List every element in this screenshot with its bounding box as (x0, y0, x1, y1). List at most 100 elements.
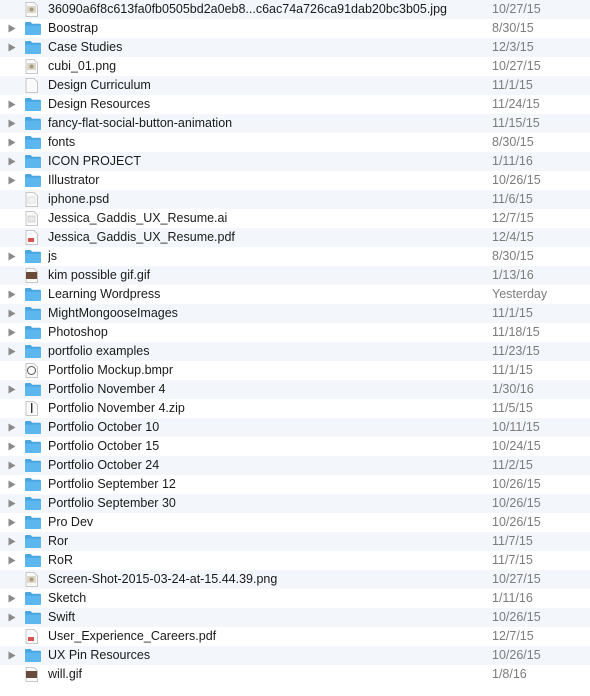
pdf-file-icon (24, 629, 42, 644)
disclosure-triangle-icon[interactable] (7, 133, 17, 152)
folder-icon (24, 477, 42, 492)
folder-row[interactable]: js 8/30/15 (0, 247, 590, 266)
disclosure-triangle-icon[interactable] (7, 475, 17, 494)
disclosure-triangle-icon[interactable] (7, 646, 17, 665)
disclosure-triangle-icon[interactable] (7, 114, 17, 133)
file-name: Portfolio October 15 (48, 439, 160, 453)
folder-icon (24, 591, 42, 606)
file-name: Portfolio October 24 (48, 458, 160, 472)
folder-row[interactable]: Portfolio September 30 10/26/15 (0, 494, 590, 513)
ai-file-icon (24, 211, 42, 226)
file-row[interactable]: kim possible gif.gif 1/13/16 (0, 266, 590, 285)
folder-row[interactable]: Portfolio November 4 1/30/16 (0, 380, 590, 399)
disclosure-triangle-icon[interactable] (7, 456, 17, 475)
disclosure-triangle-icon[interactable] (7, 95, 17, 114)
disclosure-triangle-icon[interactable] (7, 304, 17, 323)
disclosure-triangle-icon[interactable] (7, 513, 17, 532)
folder-row[interactable]: Sketch 1/11/16 (0, 589, 590, 608)
date-modified: 8/30/15 (492, 135, 534, 149)
disclosure-triangle-icon[interactable] (7, 19, 17, 38)
folder-row[interactable]: UX Pin Resources 10/26/15 (0, 646, 590, 665)
disclosure-triangle-icon[interactable] (7, 608, 17, 627)
disclosure-triangle-icon[interactable] (7, 152, 17, 171)
file-name: Jessica_Gaddis_UX_Resume.ai (48, 211, 228, 225)
file-row[interactable]: cubi_01.png 10/27/15 (0, 57, 590, 76)
folder-row[interactable]: ICON PROJECT 1/11/16 (0, 152, 590, 171)
disclosure-triangle-icon[interactable] (7, 171, 17, 190)
file-row[interactable]: will.gif 1/8/16 (0, 665, 590, 684)
file-name: Ror (48, 534, 69, 548)
folder-row[interactable]: Case Studies 12/3/15 (0, 38, 590, 57)
file-name: Boostrap (48, 21, 99, 35)
folder-row[interactable]: Ror 11/7/15 (0, 532, 590, 551)
pdf-file-icon (24, 230, 42, 245)
zip-file-icon (24, 401, 42, 416)
disclosure-triangle-icon[interactable] (7, 551, 17, 570)
date-modified: 10/26/15 (492, 477, 541, 491)
file-row[interactable]: Jessica_Gaddis_UX_Resume.pdf 12/4/15 (0, 228, 590, 247)
file-name: Swift (48, 610, 76, 624)
file-name: UX Pin Resources (48, 648, 151, 662)
disclosure-triangle-icon[interactable] (7, 437, 17, 456)
disclosure-triangle-icon[interactable] (7, 38, 17, 57)
file-name: fancy-flat-social-button-animation (48, 116, 233, 130)
date-modified: 10/27/15 (492, 572, 541, 586)
folder-icon (24, 420, 42, 435)
file-name: Learning Wordpress (48, 287, 161, 301)
file-name: RoR (48, 553, 74, 567)
folder-icon (24, 173, 42, 188)
folder-row[interactable]: Pro Dev 10/26/15 (0, 513, 590, 532)
folder-row[interactable]: Learning Wordpress Yesterday (0, 285, 590, 304)
file-row[interactable]: Portfolio November 4.zip 11/5/15 (0, 399, 590, 418)
folder-icon (24, 97, 42, 112)
folder-row[interactable]: Portfolio October 10 10/11/15 (0, 418, 590, 437)
disclosure-triangle-icon[interactable] (7, 247, 17, 266)
date-modified: 11/7/15 (492, 534, 533, 548)
disclosure-triangle-icon[interactable] (7, 532, 17, 551)
folder-row[interactable]: Portfolio October 24 11/2/15 (0, 456, 590, 475)
gif-file-icon (24, 268, 42, 283)
folder-row[interactable]: Photoshop 11/18/15 (0, 323, 590, 342)
file-row[interactable]: 36090a6f8c613fa0fb0505bd2a0eb8...c6ac74a… (0, 0, 590, 19)
file-row[interactable]: User_Experience_Careers.pdf 12/7/15 (0, 627, 590, 646)
folder-row[interactable]: Illustrator 10/26/15 (0, 171, 590, 190)
folder-row[interactable]: fonts 8/30/15 (0, 133, 590, 152)
disclosure-triangle-icon[interactable] (7, 494, 17, 513)
folder-icon (24, 154, 42, 169)
folder-row[interactable]: portfolio examples 11/23/15 (0, 342, 590, 361)
date-modified: 11/5/15 (492, 401, 533, 415)
disclosure-triangle-icon[interactable] (7, 342, 17, 361)
folder-row[interactable]: MightMongooseImages 11/1/15 (0, 304, 590, 323)
disclosure-triangle-icon[interactable] (7, 285, 17, 304)
date-modified: 1/30/16 (492, 382, 534, 396)
file-name: Photoshop (48, 325, 108, 339)
file-row[interactable]: iphone.psd 11/6/15 (0, 190, 590, 209)
file-name: cubi_01.png (48, 59, 117, 73)
folder-row[interactable]: RoR 11/7/15 (0, 551, 590, 570)
disclosure-triangle-icon[interactable] (7, 418, 17, 437)
document-file-icon (24, 78, 42, 93)
folder-row[interactable]: Boostrap 8/30/15 (0, 19, 590, 38)
file-row[interactable]: Design Curriculum 11/1/15 (0, 76, 590, 95)
folder-icon (24, 496, 42, 511)
file-name: Screen-Shot-2015-03-24-at-15.44.39.png (48, 572, 278, 586)
date-modified: 12/3/15 (492, 40, 534, 54)
folder-icon (24, 344, 42, 359)
file-row[interactable]: Portfolio Mockup.bmpr 11/1/15 (0, 361, 590, 380)
finder-file-list: 36090a6f8c613fa0fb0505bd2a0eb8...c6ac74a… (0, 0, 590, 696)
folder-row[interactable]: Portfolio October 15 10/24/15 (0, 437, 590, 456)
folder-row[interactable]: fancy-flat-social-button-animation 11/15/… (0, 114, 590, 133)
file-name: Illustrator (48, 173, 100, 187)
file-name: Pro Dev (48, 515, 94, 529)
folder-row[interactable]: Design Resources 11/24/15 (0, 95, 590, 114)
disclosure-triangle-icon[interactable] (7, 589, 17, 608)
disclosure-triangle-icon[interactable] (7, 380, 17, 399)
folder-row[interactable]: Swift 10/26/15 (0, 608, 590, 627)
file-row[interactable]: Jessica_Gaddis_UX_Resume.ai 12/7/15 (0, 209, 590, 228)
folder-row[interactable]: Portfolio September 12 10/26/15 (0, 475, 590, 494)
date-modified: 11/2/15 (492, 458, 533, 472)
folder-icon (24, 306, 42, 321)
folder-icon (24, 116, 42, 131)
file-row[interactable]: Screen-Shot-2015-03-24-at-15.44.39.png 10… (0, 570, 590, 589)
disclosure-triangle-icon[interactable] (7, 323, 17, 342)
